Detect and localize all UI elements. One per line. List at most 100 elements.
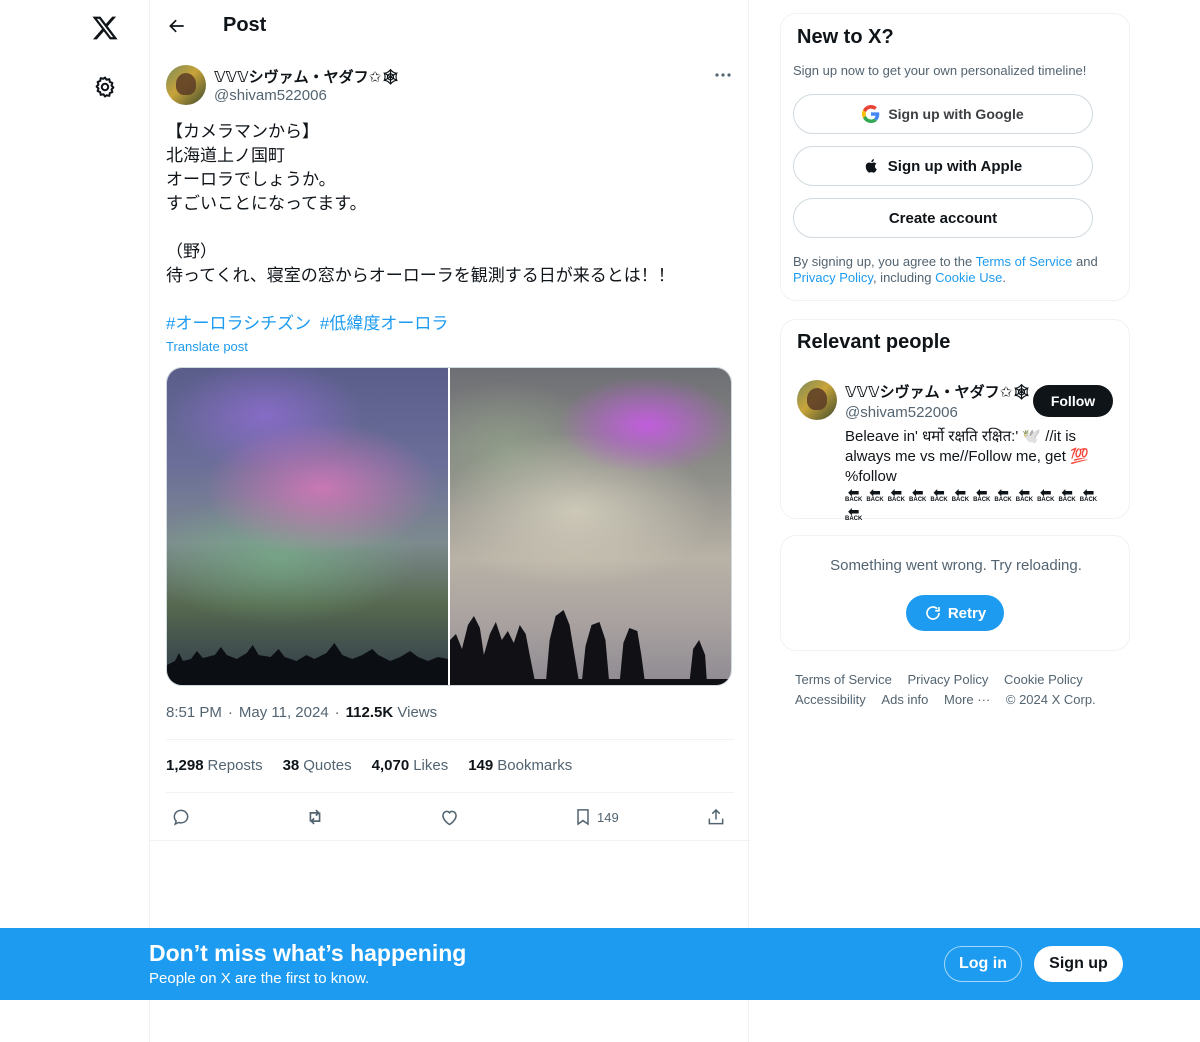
error-message: Something went wrong. Try reloading. [830, 557, 1082, 574]
back-badge: ⬅ BACK [845, 504, 863, 523]
footer-copyright: © 2024 X Corp. [1005, 692, 1096, 707]
google-signup-button[interactable]: Sign up with Google [793, 94, 1093, 134]
retry-button[interactable]: Retry [906, 595, 1004, 631]
cookie-link[interactable]: Cookie Use [935, 270, 1002, 285]
back-label: BACK [866, 497, 884, 503]
back-badge: ⬅ BACK [1037, 484, 1054, 504]
arrow-left-icon: ⬅ [997, 484, 1009, 500]
privacy-link[interactable]: Privacy Policy [793, 270, 873, 285]
banner-title: Don’t miss what’s happening [149, 940, 467, 966]
back-badge: ⬅ BACK [973, 484, 990, 504]
arrow-left-icon: ⬅ [1082, 484, 1095, 500]
avatar[interactable] [797, 380, 837, 420]
arrow-left-icon: ⬅ [890, 484, 903, 500]
post-actions: 149 [166, 804, 734, 830]
avatar[interactable] [166, 65, 206, 105]
apple-icon [865, 159, 877, 173]
arrow-left-icon: ⬅ [847, 484, 860, 500]
ellipsis-icon[interactable] [710, 65, 736, 85]
error-card: Something went wrong. Try reloading. Ret… [780, 535, 1130, 651]
post-text: 【カメラマンから】 北海道上ノ国町 オーロラでしょうか。 すごいことになってます… [166, 122, 675, 285]
back-label: BACK [994, 497, 1012, 503]
arrow-left-icon[interactable] [160, 9, 194, 43]
login-button[interactable]: Log in [944, 946, 1022, 982]
back-label: BACK [845, 516, 863, 522]
signup-button[interactable]: Sign up [1034, 946, 1123, 982]
google-signup-label: Sign up with Google [888, 106, 1024, 122]
bookmark-icon[interactable]: 149 [573, 804, 619, 830]
like-icon[interactable] [439, 804, 460, 830]
create-account-button[interactable]: Create account [793, 198, 1093, 238]
page-title: Post [223, 14, 267, 36]
follow-button[interactable]: Follow [1033, 385, 1113, 417]
post-date[interactable]: May 11, 2024 [239, 704, 329, 721]
back-badge: ⬅ BACK [909, 485, 927, 504]
arrow-left-icon: ⬅ [975, 484, 988, 500]
bookmarks-stat[interactable]: 149 Bookmarks [468, 757, 572, 774]
footer-link[interactable]: Ads info [881, 690, 928, 710]
back-badge: ⬅ BACK [887, 484, 906, 504]
translate-post-link[interactable]: Translate post [166, 339, 248, 354]
apple-signup-button[interactable]: Sign up with Apple [793, 146, 1093, 186]
person-name[interactable]: 𝕍𝕍𝕍シヴァム・ヤダフ✩🕸 [845, 381, 1031, 402]
repost-icon[interactable] [304, 804, 326, 830]
share-icon[interactable] [706, 804, 726, 830]
arrow-left-icon: ⬅ [933, 484, 945, 500]
hashtag-link[interactable]: #低緯度オーロラ [320, 314, 448, 333]
back-label: BACK [887, 497, 906, 503]
reply-icon[interactable] [171, 804, 191, 830]
views-count: 112.5K [345, 704, 394, 721]
post-meta: 8:51 PM · May 11, 2024 · 112.5K Views [166, 704, 438, 721]
person-handle[interactable]: @shivam522006 [845, 404, 958, 421]
arrow-left-icon: ⬅ [1061, 484, 1073, 500]
aurora-photo[interactable] [167, 368, 448, 685]
footer-links: Terms of Service Privacy Policy Cookie P… [795, 670, 1115, 710]
signup-banner: Don’t miss what’s happening People on X … [0, 928, 1200, 1000]
back-badge: ⬅ BACK [866, 485, 884, 504]
relevant-people-title: Relevant people [797, 331, 951, 353]
author-name[interactable]: 𝕍𝕍𝕍シヴァム・ヤダフ✩🕸 [214, 66, 400, 87]
likes-stat[interactable]: 4,070 Likes [372, 757, 449, 774]
footer-link[interactable]: Accessibility [795, 690, 866, 710]
post-stats: 1,298 Reposts 38 Quotes 4,070 Likes 149 Book… [166, 757, 572, 774]
views-label: Views [397, 704, 438, 721]
bookmark-count: 149 [597, 809, 619, 825]
legal-text: By signing up, you agree to the Terms of… [793, 254, 1098, 285]
back-badge: ⬅ BACK [1079, 484, 1098, 504]
follow-back-badges: ⬅ BACK ⬅ BACK ⬅ BACK ⬅ BACK ⬅ BACK ⬅ BACK ⬅ BACK ⬅ BACK… [845, 484, 1115, 523]
footer-link[interactable]: Privacy Policy [907, 670, 988, 690]
back-badge: ⬅ BACK [845, 484, 862, 504]
divider [150, 840, 750, 841]
author-handle[interactable]: @shivam522006 [214, 87, 327, 104]
back-badge: ⬅ BACK [994, 484, 1012, 504]
footer-link[interactable]: Terms of Service [795, 670, 892, 690]
footer-link[interactable]: More ··· [944, 690, 990, 710]
google-icon [862, 105, 880, 123]
gear-icon[interactable] [85, 67, 125, 107]
back-badge: ⬅ BACK [1058, 484, 1076, 504]
arrow-left-icon: ⬅ [1018, 484, 1031, 500]
x-logo-icon[interactable] [85, 8, 125, 48]
back-label: BACK [1058, 497, 1076, 503]
back-label: BACK [909, 497, 927, 503]
post-time[interactable]: 8:51 PM [166, 704, 222, 721]
back-label: BACK [930, 497, 948, 503]
arrow-left-icon: ⬅ [1039, 484, 1052, 500]
bio-text: Beleave in' धर्मो रक्षति रक्षित:' 🕊️ //i… [845, 428, 1089, 485]
back-label: BACK [1015, 497, 1034, 503]
apple-signup-label: Sign up with Apple [887, 157, 1023, 175]
hashtag-link[interactable]: #オーロラシチズン [166, 314, 311, 333]
arrow-left-icon: ⬅ [954, 484, 967, 500]
person-bio: Beleave in' धर्मो रक्षति रक्षित:' 🕊️ //i… [845, 427, 1115, 523]
back-badge: ⬅ BACK [1015, 484, 1034, 504]
aurora-photo[interactable] [450, 368, 731, 685]
back-badge: ⬅ BACK [952, 484, 969, 504]
signup-card: New to X? Sign up now to get your own pe… [780, 13, 1130, 301]
quotes-stat[interactable]: 38 Quotes [283, 757, 352, 774]
back-label: BACK [1079, 497, 1098, 503]
post-media [166, 367, 732, 686]
terms-link[interactable]: Terms of Service [976, 254, 1073, 269]
post-header: Post [150, 0, 750, 53]
reposts-stat[interactable]: 1,298 Reposts [166, 757, 263, 774]
footer-link[interactable]: Cookie Policy [1004, 670, 1083, 690]
